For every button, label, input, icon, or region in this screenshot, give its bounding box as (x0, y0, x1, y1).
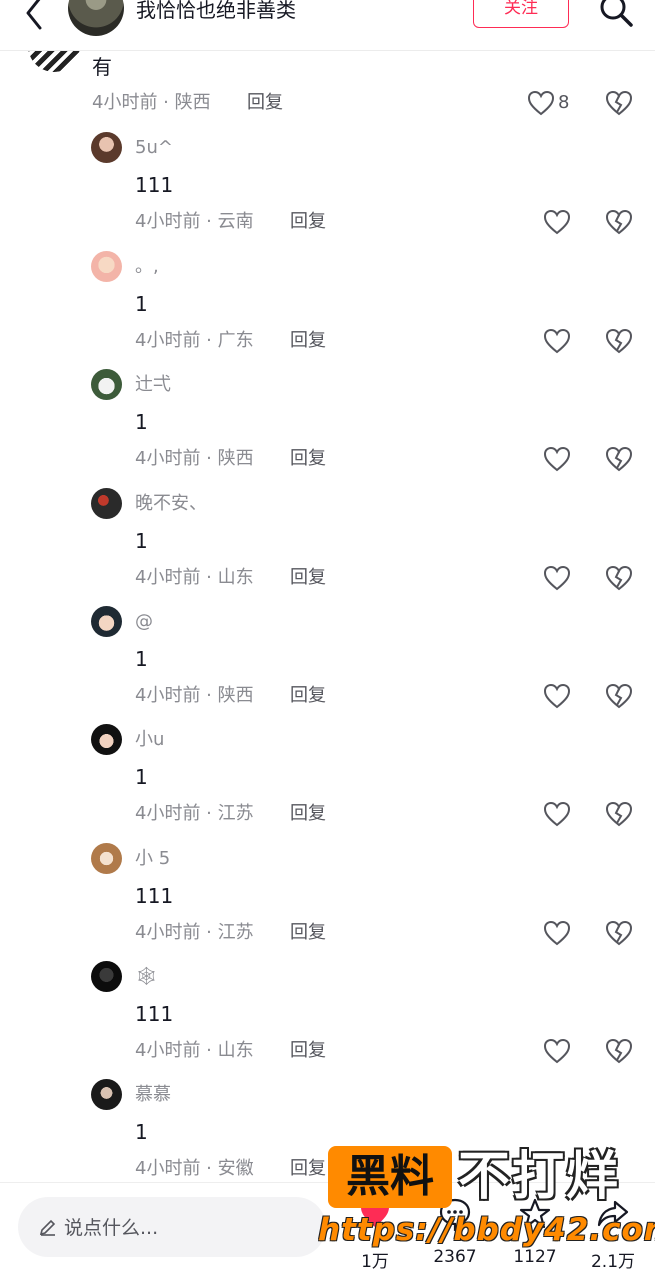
username[interactable]: 🕸 (135, 966, 158, 988)
reply-button[interactable]: 回复 (247, 91, 283, 115)
comment-meta: 4小时前 · 山东 (135, 567, 254, 588)
comment-text: 1 (135, 647, 148, 671)
username[interactable]: 慕慕 (135, 1084, 171, 1106)
username[interactable]: 晚不安、 (135, 493, 207, 515)
comment-meta: 4小时前 · 山东 (135, 1040, 254, 1061)
dislike-icon[interactable] (605, 1038, 633, 1064)
like-icon[interactable] (543, 209, 571, 235)
watermark-box-text: 黑料 (328, 1146, 452, 1208)
username[interactable]: 小 5 (135, 848, 170, 870)
comment-meta: 4小时前 · 陕西 (135, 448, 254, 469)
user-avatar[interactable] (91, 251, 122, 282)
comment-text: 1 (135, 529, 148, 553)
parent-comment-text: 有 (92, 55, 112, 79)
comment-meta: 4小时前 · 江苏 (135, 922, 254, 943)
reply-button[interactable]: 回复 (290, 447, 326, 471)
username[interactable]: 小u (135, 729, 164, 751)
reply-button[interactable]: 回复 (290, 1157, 326, 1181)
reply-button[interactable]: 回复 (290, 329, 326, 353)
reply-button[interactable]: 回复 (290, 802, 326, 826)
dislike-icon[interactable] (605, 90, 633, 116)
like-icon[interactable] (543, 801, 571, 827)
user-avatar[interactable] (91, 724, 122, 755)
user-avatar[interactable] (91, 961, 122, 992)
user-avatar[interactable] (91, 606, 122, 637)
back-icon[interactable] (20, 0, 50, 30)
top-bar: 我恰恰也绝非善类 关注 (0, 0, 655, 51)
comment-text: 1 (135, 410, 148, 434)
username[interactable]: 5u^ (135, 137, 173, 159)
comment-meta: 4小时前 · 安徽 (135, 1158, 254, 1179)
dislike-icon[interactable] (605, 328, 633, 354)
comment-meta: 4小时前 · 广东 (135, 330, 254, 351)
like-icon[interactable] (527, 90, 555, 116)
comment-meta: 4小时前 · 江苏 (135, 803, 254, 824)
like-count: 8 (558, 92, 570, 113)
user-avatar[interactable] (91, 132, 122, 163)
like-icon[interactable] (543, 920, 571, 946)
comment-placeholder: 说点什么... (64, 1217, 159, 1239)
username[interactable]: @ (135, 611, 153, 633)
parent-comment-meta: 4小时前 · 陕西 (92, 92, 211, 113)
dislike-icon[interactable] (605, 683, 633, 709)
like-icon[interactable] (543, 565, 571, 591)
dislike-icon[interactable] (605, 446, 633, 472)
dislike-icon[interactable] (605, 801, 633, 827)
watermark-text: 不打烊 (458, 1147, 621, 1207)
reply-button[interactable]: 回复 (290, 566, 326, 590)
pencil-icon (39, 1219, 56, 1236)
dislike-icon[interactable] (605, 565, 633, 591)
dislike-icon[interactable] (605, 209, 633, 235)
comment-text: 111 (135, 884, 174, 908)
user-avatar[interactable] (91, 843, 122, 874)
username[interactable]: 。, (135, 256, 159, 278)
comment-text: 1 (135, 765, 148, 789)
user-avatar[interactable] (91, 488, 122, 519)
comment-meta: 4小时前 · 陕西 (135, 685, 254, 706)
reply-button[interactable]: 回复 (290, 1039, 326, 1063)
comment-text: 111 (135, 1002, 174, 1026)
reply-button[interactable]: 回复 (290, 921, 326, 945)
follow-button[interactable]: 关注 (473, 0, 569, 28)
like-icon[interactable] (543, 683, 571, 709)
username[interactable]: 辻弌 (135, 374, 171, 396)
like-icon[interactable] (543, 446, 571, 472)
user-avatar[interactable] (91, 369, 122, 400)
reply-button[interactable]: 回复 (290, 684, 326, 708)
reply-button[interactable]: 回复 (290, 210, 326, 234)
comment-text: 111 (135, 173, 174, 197)
comment-meta: 4小时前 · 云南 (135, 211, 254, 232)
search-icon[interactable] (598, 0, 634, 28)
like-icon[interactable] (543, 1038, 571, 1064)
dislike-icon[interactable] (605, 920, 633, 946)
author-name[interactable]: 我恰恰也绝非善类 (136, 0, 296, 24)
comment-input[interactable]: 说点什么... (18, 1197, 326, 1257)
watermark: 黑料 不打烊 https://bbdy42.com (318, 1146, 655, 1258)
user-avatar[interactable] (91, 1079, 122, 1110)
author-avatar[interactable] (68, 0, 124, 36)
comment-text: 1 (135, 1120, 148, 1144)
comment-text: 1 (135, 292, 148, 316)
watermark-url: https://bbdy42.com (318, 1212, 655, 1248)
like-icon[interactable] (543, 328, 571, 354)
